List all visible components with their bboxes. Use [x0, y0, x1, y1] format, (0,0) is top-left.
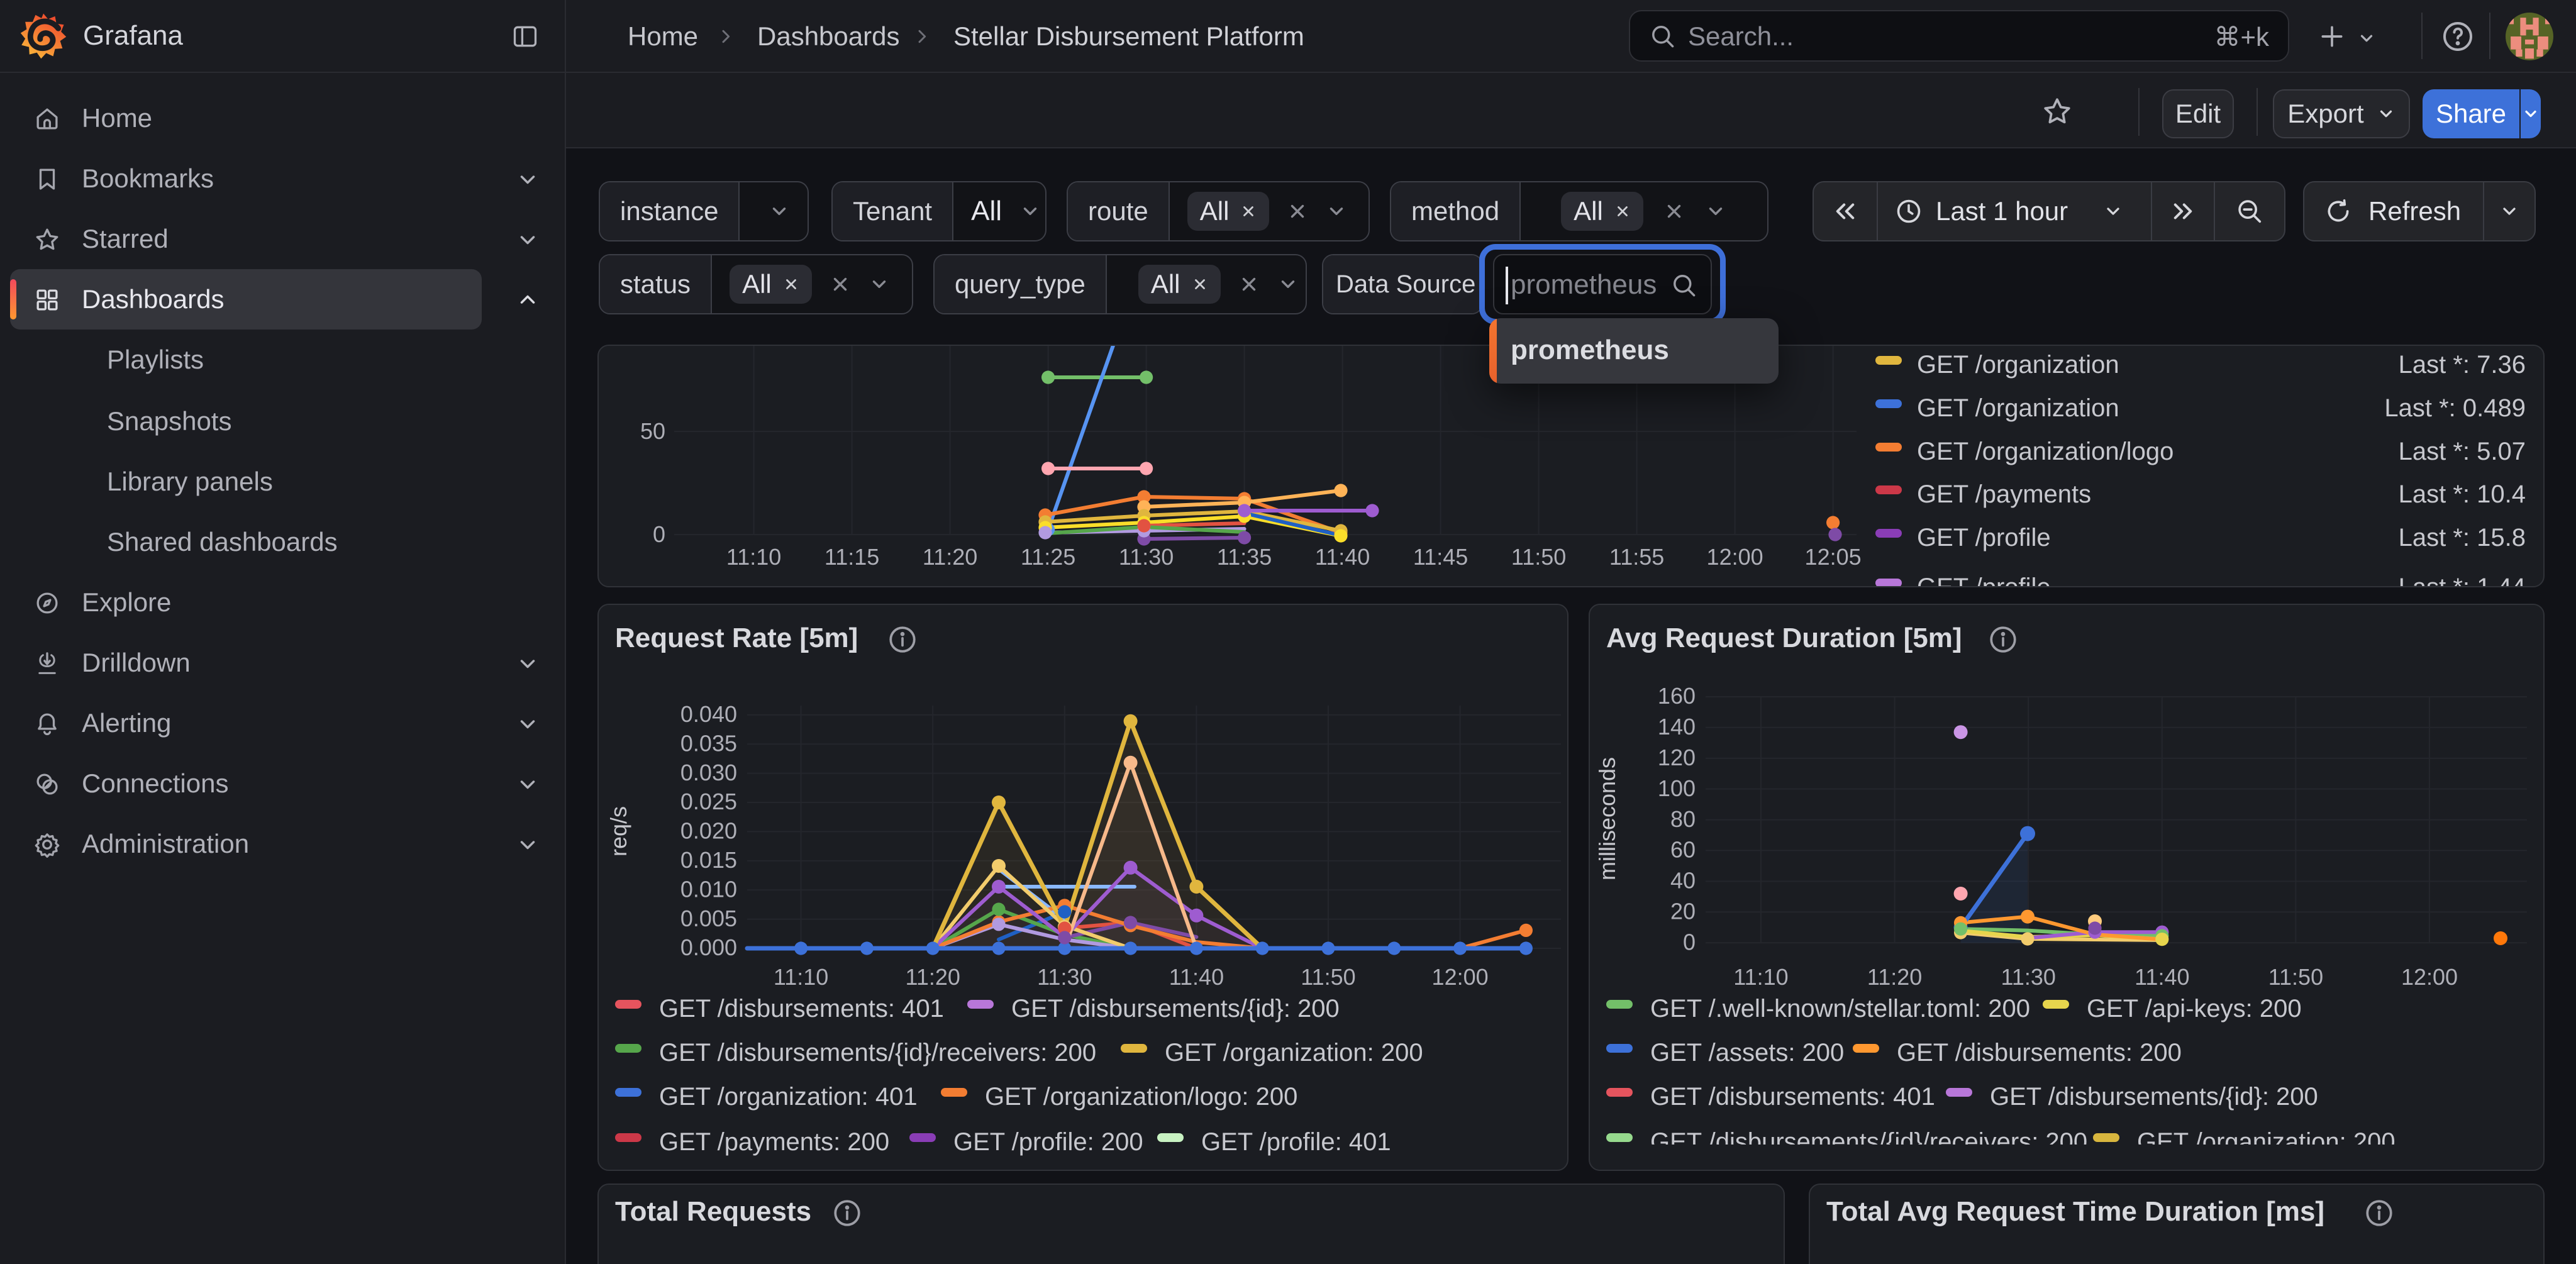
svg-text:11:55: 11:55 — [1609, 544, 1664, 570]
svg-text:11:45: 11:45 — [1413, 544, 1468, 570]
svg-text:12:05: 12:05 — [1805, 544, 1862, 570]
svg-text:11:10: 11:10 — [726, 544, 781, 570]
svg-text:0: 0 — [653, 521, 665, 547]
svg-text:12:00: 12:00 — [1707, 544, 1763, 570]
svg-text:11:50: 11:50 — [1511, 544, 1566, 570]
svg-text:11:20: 11:20 — [923, 544, 977, 570]
svg-text:11:30: 11:30 — [1119, 544, 1174, 570]
svg-text:11:40: 11:40 — [1315, 544, 1370, 570]
svg-text:11:35: 11:35 — [1217, 544, 1272, 570]
svg-text:11:15: 11:15 — [824, 544, 879, 570]
svg-text:11:25: 11:25 — [1021, 544, 1075, 570]
svg-text:50: 50 — [640, 418, 665, 444]
